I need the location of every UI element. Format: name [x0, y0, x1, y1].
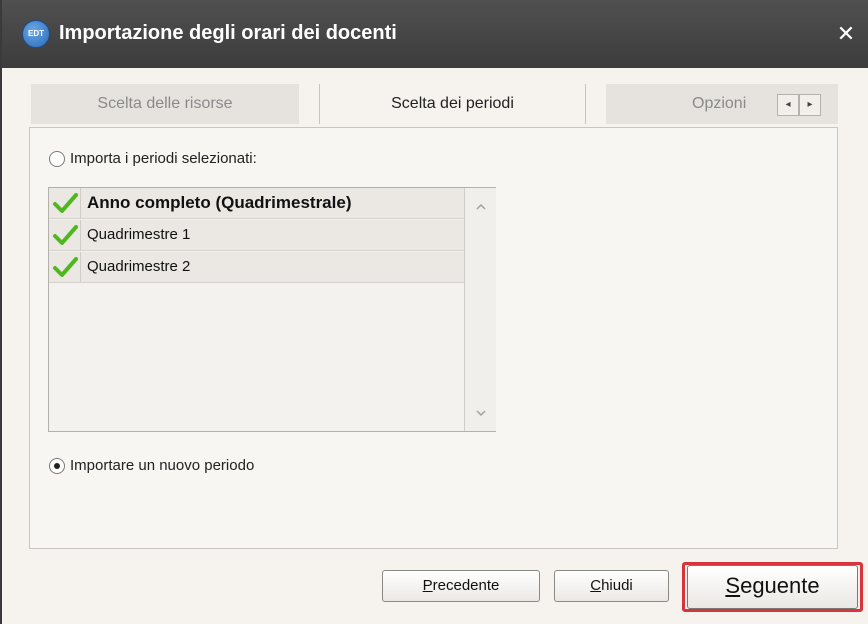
- next-button-highlight: [682, 562, 863, 612]
- check-icon[interactable]: [49, 220, 81, 250]
- import-selected-radio[interactable]: [49, 150, 65, 167]
- import-selected-option[interactable]: Importa i periodi selezionati:: [49, 150, 257, 167]
- period-label: Quadrimestre 2: [87, 258, 191, 275]
- close-button[interactable]: Chiudi: [554, 570, 669, 602]
- periods-list: Anno completo (Quadrimestrale) Quadrimes…: [48, 187, 496, 432]
- period-label: Anno completo (Quadrimestrale): [87, 193, 352, 212]
- check-icon[interactable]: [49, 252, 81, 282]
- list-item[interactable]: Quadrimestre 1: [49, 220, 464, 251]
- close-icon[interactable]: ✕: [832, 20, 860, 48]
- scroll-down-icon[interactable]: [474, 406, 488, 420]
- import-new-option[interactable]: Importare un nuovo periodo: [49, 457, 254, 474]
- tab-strip: Scelta delle risorse Scelta dei periodi …: [2, 84, 868, 126]
- list-item[interactable]: Anno completo (Quadrimestrale): [49, 188, 464, 219]
- check-icon[interactable]: [49, 188, 81, 218]
- title-bar: EDT Importazione degli orari dei docenti…: [2, 0, 868, 68]
- close-label: hiudi: [601, 577, 633, 594]
- import-selected-label: Importa i periodi selezionati:: [70, 150, 257, 167]
- scroll-up-icon[interactable]: [474, 200, 488, 214]
- tab-scroll-left-icon[interactable]: ◂: [777, 94, 799, 116]
- previous-mnemonic: P: [422, 577, 433, 594]
- import-dialog: EDT Importazione degli orari dei docenti…: [0, 0, 868, 624]
- dialog-title: Importazione degli orari dei docenti: [59, 22, 397, 44]
- list-item[interactable]: Quadrimestre 2: [49, 252, 464, 283]
- tab-scelta-risorse[interactable]: Scelta delle risorse: [31, 84, 299, 124]
- import-new-label: Importare un nuovo periodo: [70, 457, 255, 474]
- tab-scroll-right-icon[interactable]: ▸: [799, 94, 821, 116]
- list-scrollbar[interactable]: [464, 188, 496, 431]
- close-mnemonic: C: [590, 577, 602, 594]
- tab-scelta-periodi[interactable]: Scelta dei periodi: [319, 84, 586, 124]
- period-label: Quadrimestre 1: [87, 226, 191, 243]
- import-new-radio[interactable]: [49, 457, 65, 474]
- previous-button[interactable]: Precedente: [382, 570, 540, 602]
- previous-label: recedente: [432, 577, 500, 594]
- edt-app-icon: EDT: [22, 20, 50, 48]
